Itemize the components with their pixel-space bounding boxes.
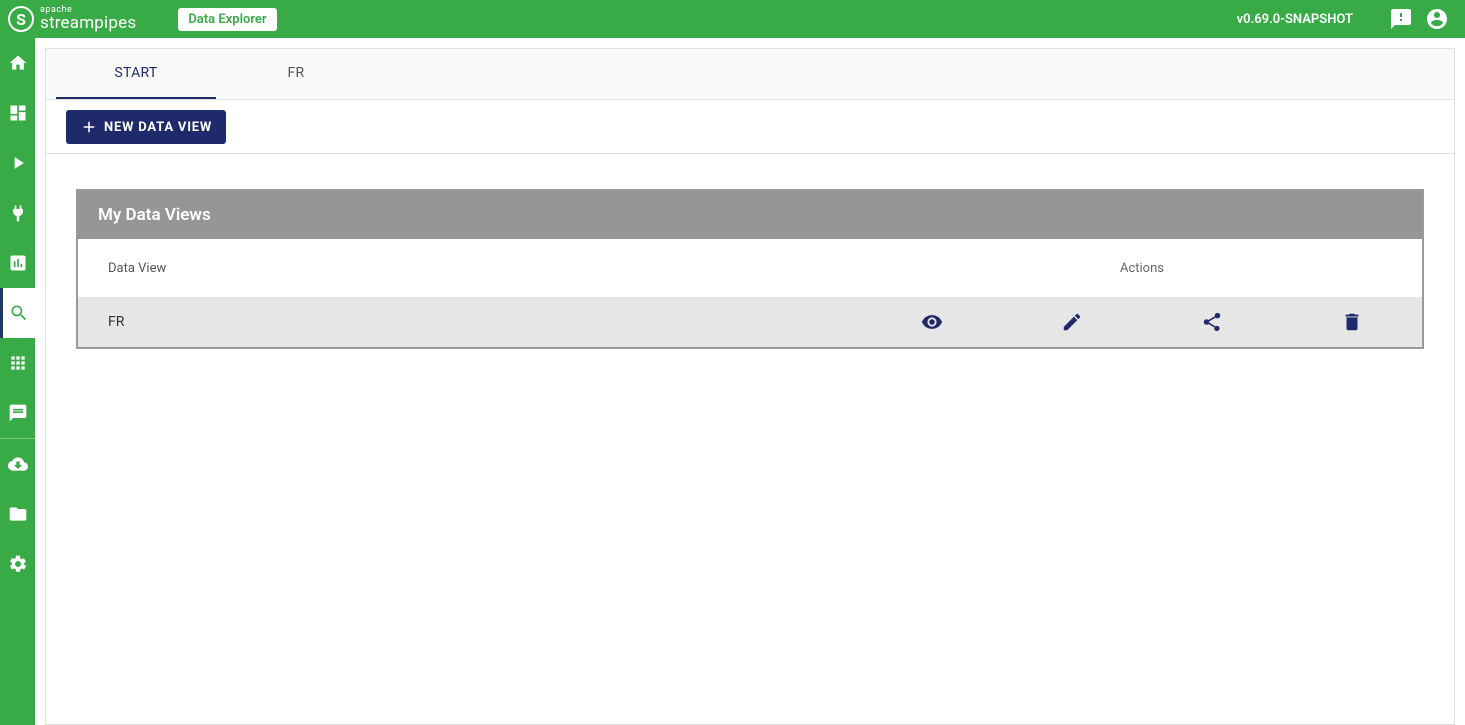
data-views-panel: My Data Views Data View Actions FR — [76, 189, 1424, 349]
sidebar-item-apps[interactable] — [0, 338, 35, 388]
eye-icon — [921, 311, 943, 333]
toolbar: NEW DATA VIEW — [46, 100, 1454, 154]
share-button[interactable] — [1192, 302, 1232, 342]
main-card: START FR NEW DATA VIEW My Data Views Dat… — [45, 48, 1455, 725]
pencil-icon — [1061, 311, 1083, 333]
bar-chart-icon — [8, 253, 28, 273]
search-icon — [9, 303, 29, 323]
sidebar-item-pipelines[interactable] — [0, 138, 35, 188]
column-header-name: Data View — [78, 261, 862, 276]
tabbar: START FR — [46, 49, 1454, 100]
column-header-actions: Actions — [862, 261, 1422, 276]
plug-icon — [8, 203, 28, 223]
edit-button[interactable] — [1052, 302, 1092, 342]
chat-icon — [8, 403, 28, 423]
gear-icon — [8, 554, 28, 574]
share-icon — [1201, 311, 1223, 333]
section-chip: Data Explorer — [178, 8, 276, 31]
folder-icon — [8, 504, 28, 524]
plus-icon — [80, 118, 98, 136]
sidebar-item-install[interactable] — [0, 439, 35, 489]
play-icon — [8, 153, 28, 173]
new-data-view-label: NEW DATA VIEW — [104, 120, 212, 135]
brand-logo[interactable]: apache streampipes — [8, 6, 136, 32]
panel-title: My Data Views — [78, 191, 1422, 239]
trash-icon — [1341, 311, 1363, 333]
new-data-view-button[interactable]: NEW DATA VIEW — [66, 110, 226, 144]
row-name: FR — [78, 314, 862, 330]
sidebar-item-home[interactable] — [0, 38, 35, 88]
main-area: START FR NEW DATA VIEW My Data Views Dat… — [35, 38, 1465, 725]
view-button[interactable] — [912, 302, 952, 342]
dashboard-icon — [8, 103, 28, 123]
sidebar — [0, 38, 35, 725]
sidebar-item-files[interactable] — [0, 489, 35, 539]
home-icon — [8, 53, 28, 73]
table-header-row: Data View Actions — [78, 239, 1422, 297]
delete-button[interactable] — [1332, 302, 1372, 342]
data-views-table: Data View Actions FR — [78, 239, 1422, 347]
notifications-button[interactable] — [1389, 7, 1413, 31]
topbar: apache streampipes Data Explorer v0.69.0… — [0, 0, 1465, 38]
account-circle-icon — [1425, 7, 1449, 31]
table-row: FR — [78, 297, 1422, 347]
sidebar-item-editor[interactable] — [0, 88, 35, 138]
tab-fr[interactable]: FR — [216, 49, 376, 99]
account-button[interactable] — [1425, 7, 1449, 31]
tab-start[interactable]: START — [56, 49, 216, 99]
announcement-icon — [1389, 7, 1413, 31]
sidebar-item-settings[interactable] — [0, 539, 35, 589]
version-text: v0.69.0-SNAPSHOT — [1237, 12, 1353, 27]
sidebar-item-dashboard[interactable] — [0, 238, 35, 288]
brand-name-text: streampipes — [40, 15, 136, 32]
sidebar-item-data-explorer[interactable] — [0, 288, 35, 338]
logo-mark-icon — [8, 6, 34, 32]
cloud-download-icon — [8, 454, 28, 474]
apps-icon — [8, 353, 28, 373]
sidebar-item-connect[interactable] — [0, 188, 35, 238]
sidebar-item-notifications[interactable] — [0, 388, 35, 438]
